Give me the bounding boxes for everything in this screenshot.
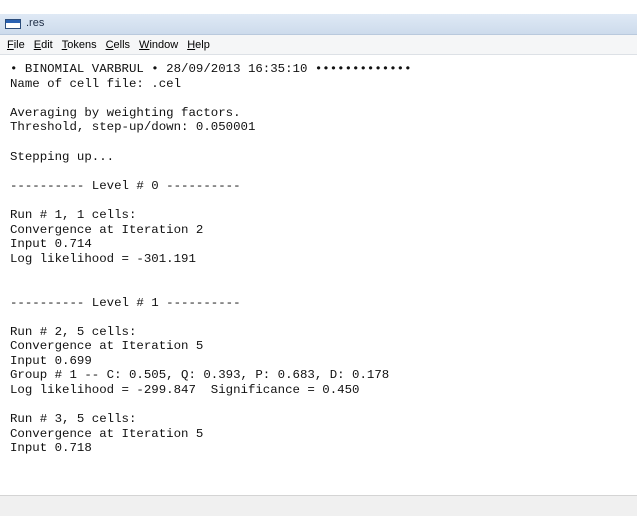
menu-window[interactable]: Window (137, 39, 180, 51)
title-bar[interactable]: .res (0, 14, 637, 35)
output-line: Input 0.714 (10, 237, 92, 252)
status-bar (0, 495, 637, 516)
menu-tokens[interactable]: Tokens (60, 39, 99, 51)
menu-cells[interactable]: Cells (104, 39, 132, 51)
results-text-area[interactable]: • BINOMIAL VARBRUL • 28/09/2013 16:35:10… (10, 62, 637, 494)
menu-help[interactable]: Help (185, 39, 212, 51)
document-window-icon[interactable] (5, 19, 21, 29)
output-line: Run # 2, 5 cells: (10, 324, 137, 339)
output-line: Averaging by weighting factors. (10, 105, 241, 120)
output-line: Convergence at Iteration 2 (10, 222, 204, 237)
output-line: ---------- Level # 1 ---------- (10, 295, 241, 310)
output-line: Name of cell file: .cel (10, 76, 182, 91)
output-line: Threshold, step-up/down: 0.050001 (10, 120, 256, 135)
output-line: Input 0.699 (10, 353, 92, 368)
window-title: .res (26, 17, 45, 29)
output-line: Convergence at Iteration 5 (10, 339, 204, 354)
menu-file[interactable]: File (5, 39, 27, 51)
output-line: Log likelihood = -299.847 Significance =… (10, 383, 360, 398)
output-line: Run # 3, 5 cells: (10, 412, 137, 427)
output-line: Stepping up... (10, 149, 115, 164)
output-line: Run # 1, 1 cells: (10, 207, 137, 222)
output-line: • BINOMIAL VARBRUL • 28/09/2013 16:35:10… (10, 62, 412, 76)
screenshot-top-margin (0, 0, 637, 14)
output-line: Input 0.718 (10, 441, 92, 456)
output-line: Log likelihood = -301.191 (10, 251, 196, 266)
menu-bar: File Edit Tokens Cells Window Help (0, 35, 637, 55)
output-line: Group # 1 -- C: 0.505, Q: 0.393, P: 0.68… (10, 368, 390, 383)
output-line: Convergence at Iteration 5 (10, 426, 204, 441)
results-window: .res File Edit Tokens Cells Window Help … (0, 14, 637, 516)
menu-edit[interactable]: Edit (32, 39, 55, 51)
output-line: ---------- Level # 0 ---------- (10, 178, 241, 193)
